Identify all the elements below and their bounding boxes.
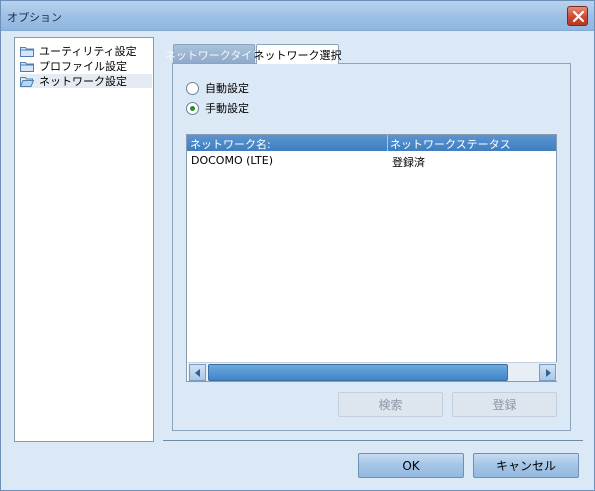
tree-item-utility[interactable]: ユーティリティ設定 (20, 44, 152, 58)
folder-icon (20, 61, 34, 72)
arrow-left-icon (195, 369, 200, 377)
tab-network-select[interactable]: ネットワーク選択 (254, 44, 342, 64)
close-icon (572, 10, 585, 23)
tree-item-network[interactable]: ネットワーク設定 (20, 74, 152, 88)
column-header-status[interactable]: ネットワークステータス (390, 136, 511, 152)
tree-item-label: プロファイル設定 (39, 60, 127, 73)
close-button[interactable] (567, 6, 588, 26)
scroll-right-button[interactable] (539, 364, 556, 381)
column-header-name[interactable]: ネットワーク名: (190, 136, 271, 152)
tree-item-profile[interactable]: プロファイル設定 (20, 59, 152, 73)
network-status-cell: 登録済 (392, 156, 425, 169)
scroll-left-button[interactable] (189, 364, 206, 381)
tab-network-type[interactable]: ネットワークタイプ (165, 44, 263, 64)
register-button[interactable]: 登録 (452, 392, 557, 417)
ok-button[interactable]: OK (358, 453, 464, 478)
list-header: ネットワーク名: ネットワークステータス (187, 135, 556, 151)
horizontal-scrollbar[interactable] (188, 362, 557, 381)
column-divider[interactable] (387, 135, 388, 151)
settings-tree: ユーティリティ設定 プロファイル設定 ネットワーク設定 (14, 37, 154, 442)
folder-icon (20, 46, 34, 57)
network-name-cell: DOCOMO (LTE) (191, 154, 273, 167)
manual-radio[interactable] (186, 101, 199, 115)
manual-radio-label: 手動設定 (205, 102, 249, 115)
tree-item-label: ユーティリティ設定 (39, 45, 137, 58)
title-bar[interactable]: オプション (1, 1, 594, 31)
auto-radio[interactable] (186, 81, 199, 95)
table-row[interactable]: DOCOMO (LTE) 登録済 (187, 153, 556, 169)
auto-mode-option[interactable]: 自動設定 (186, 80, 249, 96)
footer-divider (163, 440, 583, 441)
options-dialog: オプション ユーティリティ設定 プロファイル設定 ネットワーク設定 ネットワーク… (0, 0, 595, 491)
network-list: ネットワーク名: ネットワークステータス DOCOMO (LTE) 登録済 (186, 134, 557, 382)
cancel-button[interactable]: キャンセル (473, 453, 579, 478)
folder-open-icon (20, 76, 34, 87)
manual-mode-option[interactable]: 手動設定 (186, 100, 249, 116)
arrow-right-icon (546, 369, 551, 377)
search-button[interactable]: 検索 (338, 392, 443, 417)
tree-item-label: ネットワーク設定 (39, 75, 127, 88)
window-title: オプション (7, 11, 62, 24)
auto-radio-label: 自動設定 (205, 82, 249, 95)
scroll-thumb[interactable] (208, 364, 508, 381)
